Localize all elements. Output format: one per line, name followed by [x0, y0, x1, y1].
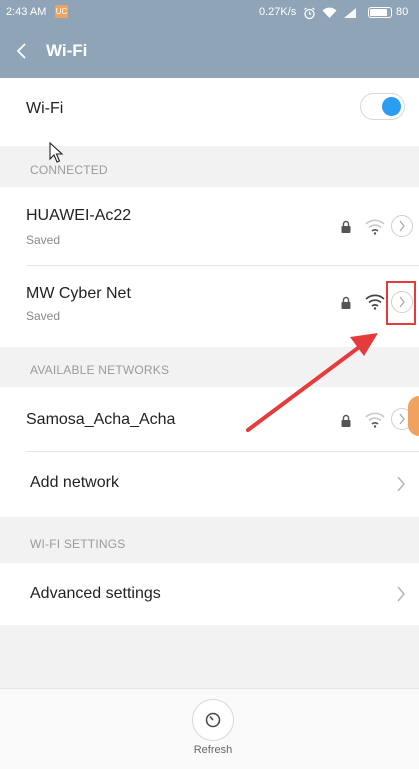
- chevron-right-icon: [399, 220, 405, 232]
- network-name: MW Cyber Net: [26, 285, 131, 302]
- page-title: Wi-Fi: [46, 41, 88, 60]
- wifi-toggle-label: Wi-Fi: [26, 100, 64, 117]
- back-chevron-icon[interactable]: [12, 40, 34, 62]
- chevron-right-icon: [397, 586, 405, 602]
- available-networks-card: Samosa_Acha_Acha Add network: [0, 387, 419, 517]
- refresh-icon: [205, 712, 221, 728]
- chevron-right-icon: [397, 476, 405, 492]
- lock-icon: [341, 220, 351, 233]
- annotation-highlight-box: [386, 281, 416, 325]
- network-row-huawei[interactable]: HUAWEI-Ac22 Saved: [0, 187, 419, 265]
- wifi-signal-weak-icon: [365, 412, 385, 428]
- wifi-signal-weak-icon: [365, 219, 385, 235]
- section-label-wifi-settings: WI-FI SETTINGS: [30, 537, 126, 551]
- add-network-label: Add network: [30, 474, 119, 491]
- network-row-samosa[interactable]: Samosa_Acha_Acha: [0, 387, 419, 451]
- add-network-row[interactable]: Add network: [0, 452, 419, 517]
- wifi-signal-strong-icon: [365, 294, 385, 310]
- status-time: 2:43 AM: [6, 6, 47, 18]
- network-name: Samosa_Acha_Acha: [26, 411, 176, 428]
- wifi-toggle-switch[interactable]: [360, 93, 405, 120]
- alarm-icon: [304, 7, 315, 19]
- chevron-right-icon: [399, 413, 405, 425]
- uc-notification-icon: UC: [55, 5, 68, 18]
- advanced-settings-label: Advanced settings: [30, 585, 161, 602]
- wifi-icon: [322, 7, 337, 19]
- advanced-settings-row[interactable]: Advanced settings: [0, 563, 419, 625]
- network-name: HUAWEI-Ac22: [26, 207, 132, 224]
- refresh-label: Refresh: [193, 744, 233, 756]
- network-status: Saved: [26, 309, 61, 323]
- status-bar: 2:43 AM UC 0.27K/s 80: [0, 0, 419, 26]
- mouse-cursor-icon: [49, 142, 64, 163]
- battery-icon: [368, 7, 392, 18]
- network-speed: 0.27K/s: [259, 6, 297, 18]
- network-row-mw-cyber-net[interactable]: MW Cyber Net Saved: [0, 266, 419, 347]
- network-details-button[interactable]: [391, 215, 413, 237]
- signal-icon: [344, 8, 356, 18]
- status-icons: [303, 4, 357, 22]
- lock-icon: [341, 296, 351, 309]
- section-label-connected: CONNECTED: [30, 163, 108, 177]
- lock-icon: [341, 414, 351, 427]
- network-status: Saved: [26, 233, 61, 247]
- refresh-button[interactable]: [192, 699, 234, 741]
- section-label-available: AVAILABLE NETWORKS: [30, 363, 170, 377]
- floating-assist-bubble[interactable]: [408, 396, 419, 436]
- app-header: Wi-Fi: [0, 26, 419, 78]
- wifi-toggle-card[interactable]: Wi-Fi: [0, 78, 419, 146]
- connected-networks-card: HUAWEI-Ac22 Saved MW Cyber Net Saved: [0, 187, 419, 347]
- battery-percent: 80: [396, 6, 409, 18]
